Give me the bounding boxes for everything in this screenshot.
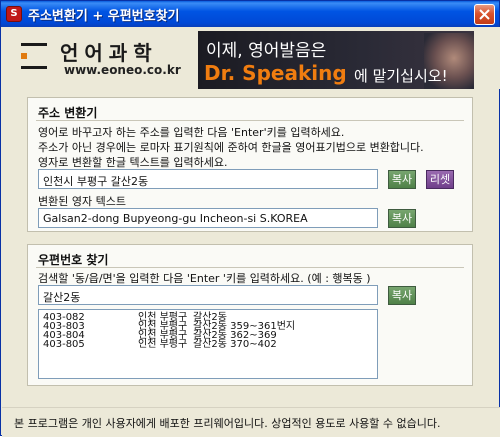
postcode-instruction: 검색할 '동/읍/면'을 입력한 다음 'Enter '키를 입력하세요. (예… — [38, 272, 371, 285]
region: 인천 부평구 — [138, 339, 188, 350]
converter-instruction-1: 영어로 바꾸고자 하는 주소를 입력한 다음 'Enter'키를 입력하세요. — [38, 126, 345, 139]
app-icon-glyph: S — [10, 8, 18, 19]
copy-input-button[interactable]: 복사 — [388, 170, 416, 189]
postcode: 403-805 — [43, 339, 85, 350]
header: 언어과학 www.eoneo.co.kr 이제, 영어발음은 Dr. Speak… — [2, 27, 500, 89]
postcode-panel: 우편번호 찾기 검색할 '동/읍/면'을 입력한 다음 'Enter '키를 입… — [27, 244, 473, 386]
detail: 갈산2동 370~402 — [193, 339, 277, 350]
postcode-results-list[interactable]: 403-082 인천 부평구 갈산2동 403-803 인천 부평구 갈산2동 … — [38, 309, 378, 379]
english-address-output[interactable]: Galsan2-dong Bupyeong-gu Incheon-si S.KO… — [38, 208, 378, 228]
logo-url[interactable]: www.eoneo.co.kr — [64, 63, 181, 77]
app-icon[interactable]: S — [6, 6, 22, 22]
banner-headline: 이제, 영어발음은 — [206, 41, 327, 61]
output-label: 변환된 영자 텍스트 — [38, 195, 126, 208]
copy-postcode-button[interactable]: 복사 — [388, 286, 416, 305]
converter-instruction-2: 주소가 아닌 경우에는 로마자 표기원칙에 준하여 한글을 영어표기법으로 변환… — [38, 141, 424, 154]
input-label: 영자로 변환할 한글 텍스트를 입력하세요. — [38, 156, 228, 169]
footer: 본 프로그램은 개인 사용자에게 배포한 프리웨어입니다. 상업적인 용도로 사… — [2, 407, 500, 437]
app-window: S 주소변환기 + 우편번호찾기 언어과학 www.eoneo.co.kr 이제… — [0, 0, 500, 437]
window-title: 주소변환기 + 우편번호찾기 — [28, 9, 180, 24]
divider — [36, 120, 464, 121]
copy-output-button[interactable]: 복사 — [388, 209, 416, 228]
ad-banner[interactable]: 이제, 영어발음은 Dr. Speaking 에 맡기십시오! — [198, 31, 474, 89]
postcode-title: 우편번호 찾기 — [38, 253, 109, 267]
converter-title: 주소 변환기 — [38, 106, 98, 120]
address-converter-panel: 주소 변환기 영어로 바꾸고자 하는 주소를 입력한 다음 'Enter'키를 … — [27, 97, 473, 232]
close-icon — [479, 9, 490, 20]
logo-icon — [21, 41, 47, 71]
divider — [36, 267, 464, 268]
title-bar[interactable]: S 주소변환기 + 우편번호찾기 — [1, 1, 499, 27]
close-button[interactable] — [474, 4, 495, 25]
banner-brand: Dr. Speaking — [204, 61, 347, 85]
korean-address-input[interactable]: 인천시 부평구 갈산2동 — [38, 169, 378, 189]
logo-text: 언어과학 — [60, 41, 158, 65]
reset-button[interactable]: 리셋 — [426, 170, 454, 189]
banner-suffix: 에 맡기십시오! — [354, 67, 448, 85]
dong-search-input[interactable]: 갈산2동 — [38, 285, 378, 305]
freeware-notice: 본 프로그램은 개인 사용자에게 배포한 프리웨어입니다. 상업적인 용도로 사… — [14, 417, 441, 430]
